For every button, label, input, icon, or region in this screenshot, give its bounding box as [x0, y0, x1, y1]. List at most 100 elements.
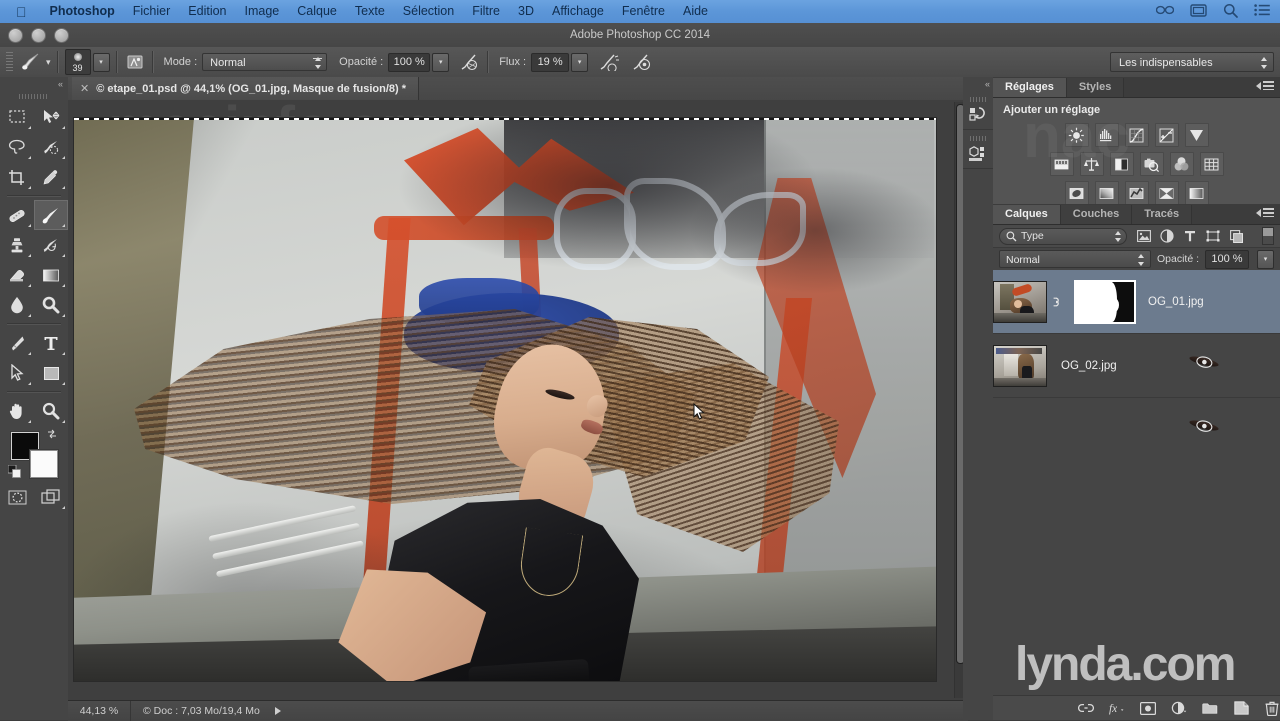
selective-color-icon[interactable]	[1154, 181, 1179, 205]
document-info[interactable]: © Doc : 7,03 Mo/19,4 Mo	[131, 705, 281, 717]
layer-name[interactable]: OG_01.jpg	[1148, 296, 1204, 308]
eyedropper-tool[interactable]	[34, 162, 68, 192]
menu-item-fenetre[interactable]: Fenêtre	[613, 0, 674, 23]
rectangle-tool[interactable]	[34, 358, 68, 388]
panel-menu-icon[interactable]	[1256, 208, 1274, 217]
play-triangle-icon[interactable]	[274, 707, 281, 715]
layer-filter-type-select[interactable]: Type	[999, 227, 1127, 245]
layer-thumbnail[interactable]	[993, 280, 1047, 323]
exposure-icon[interactable]	[1154, 123, 1179, 147]
toolbar-grip[interactable]	[0, 91, 68, 102]
eyeglasses-icon[interactable]	[1155, 4, 1175, 19]
vibrance-icon[interactable]	[1184, 123, 1209, 147]
shape-filter-icon[interactable]	[1206, 229, 1220, 243]
color-lookup-icon[interactable]	[1199, 152, 1224, 176]
layer-mask-thumbnail[interactable]	[1074, 279, 1136, 324]
smartobject-filter-icon[interactable]	[1229, 229, 1243, 243]
menu-item-texte[interactable]: Texte	[346, 0, 394, 23]
path-selection-tool[interactable]	[0, 358, 34, 388]
flow-chevron-icon[interactable]: ▾	[571, 52, 589, 72]
menu-item-image[interactable]: Image	[236, 0, 289, 23]
menu-item-3d[interactable]: 3D	[509, 0, 543, 23]
tab-calques[interactable]: Calques	[993, 205, 1061, 224]
quick-mask-icon[interactable]	[0, 482, 34, 512]
healing-brush-tool[interactable]	[0, 200, 34, 230]
airbrush-icon[interactable]	[596, 53, 622, 71]
properties-panel-icon[interactable]	[963, 130, 993, 169]
clone-stamp-tool[interactable]	[0, 230, 34, 260]
toolbar-collapse-icon[interactable]: «	[0, 77, 68, 91]
brush-size-indicator[interactable]: 39	[64, 49, 91, 75]
zoom-tool[interactable]	[34, 396, 68, 426]
layer-thumbnail[interactable]	[993, 344, 1047, 387]
pixel-filter-icon[interactable]	[1137, 229, 1151, 243]
swap-colors-icon[interactable]	[46, 428, 58, 443]
display-icon[interactable]	[1190, 3, 1207, 20]
posterize-icon[interactable]	[1094, 181, 1119, 205]
new-layer-icon[interactable]	[1233, 700, 1249, 716]
adjustment-filter-icon[interactable]	[1160, 229, 1174, 243]
quick-selection-tool[interactable]	[34, 132, 68, 162]
layer-opacity-input[interactable]: 100 %	[1205, 249, 1249, 269]
channel-mixer-icon[interactable]	[1169, 152, 1194, 176]
options-bar-grip[interactable]	[5, 52, 14, 72]
gradient-map-icon[interactable]	[1184, 181, 1209, 205]
hue-saturation-icon[interactable]	[1049, 152, 1074, 176]
crop-tool[interactable]	[0, 162, 34, 192]
opacity-input[interactable]: 100 %	[388, 52, 431, 72]
canvas-area[interactable]: macinfo.org www www.mac macinfo.org w	[68, 100, 968, 700]
add-mask-icon[interactable]	[1140, 700, 1156, 716]
color-balance-icon[interactable]	[1079, 152, 1104, 176]
menu-item-fichier[interactable]: Fichier	[124, 0, 180, 23]
filter-toggle-icon[interactable]	[1262, 227, 1274, 245]
threshold-icon[interactable]	[1124, 181, 1149, 205]
default-colors-icon[interactable]	[7, 464, 21, 478]
tab-couches[interactable]: Couches	[1060, 205, 1133, 224]
table-row[interactable]: OG_01.jpg	[993, 270, 1280, 369]
document-image[interactable]	[74, 118, 936, 681]
blend-mode-select[interactable]: Normal	[202, 53, 328, 71]
brush-preset-icon[interactable]	[18, 51, 44, 73]
menu-item-aide[interactable]: Aide	[674, 0, 717, 23]
panel-menu-icon[interactable]	[1256, 81, 1274, 90]
flow-input[interactable]: 19 %	[531, 52, 570, 72]
move-tool[interactable]	[34, 102, 68, 132]
brightness-contrast-icon[interactable]	[1064, 123, 1089, 147]
opacity-chevron-icon[interactable]: ▾	[432, 52, 450, 72]
link-layers-icon[interactable]	[1078, 700, 1094, 716]
brush-tool[interactable]	[34, 200, 68, 230]
menu-item-affichage[interactable]: Affichage	[543, 0, 613, 23]
invert-icon[interactable]	[1064, 181, 1089, 205]
search-icon[interactable]	[1223, 3, 1238, 21]
link-icon[interactable]	[1050, 295, 1062, 309]
brush-size-chevron-icon[interactable]: ▾	[92, 52, 110, 72]
document-tab[interactable]: ✕ © etape_01.psd @ 44,1% (OG_01.jpg, Mas…	[72, 77, 420, 100]
layer-blend-mode-select[interactable]: Normal	[999, 250, 1151, 268]
gradient-tool[interactable]	[34, 260, 68, 290]
marquee-tool[interactable]	[0, 102, 34, 132]
layer-name[interactable]: OG_02.jpg	[1061, 360, 1117, 372]
brush-panel-icon[interactable]	[124, 53, 146, 71]
new-group-icon[interactable]	[1202, 700, 1218, 716]
pressure-size-icon[interactable]	[628, 53, 654, 71]
screen-mode-icon[interactable]	[34, 482, 68, 512]
apple-icon[interactable]: 	[16, 5, 27, 19]
table-row[interactable]: OG_02.jpg	[993, 334, 1280, 433]
list-icon[interactable]	[1254, 4, 1270, 19]
dock-collapse-icon[interactable]: «	[963, 77, 993, 91]
blur-tool[interactable]	[0, 290, 34, 320]
tab-reglages[interactable]: Réglages	[993, 78, 1067, 97]
history-panel-icon[interactable]	[963, 91, 993, 130]
close-icon[interactable]: ✕	[80, 82, 89, 95]
photo-filter-icon[interactable]	[1139, 152, 1164, 176]
type-tool[interactable]	[34, 328, 68, 358]
lasso-tool[interactable]	[0, 132, 34, 162]
history-brush-tool[interactable]	[34, 230, 68, 260]
pressure-opacity-icon[interactable]	[457, 53, 481, 71]
pen-tool[interactable]	[0, 328, 34, 358]
brush-preset-chevron-icon[interactable]: ▾	[46, 57, 51, 68]
curves-icon[interactable]	[1124, 123, 1149, 147]
workspace-select[interactable]: Les indispensables	[1110, 52, 1274, 72]
background-color-swatch[interactable]	[30, 450, 58, 478]
black-white-icon[interactable]	[1109, 152, 1134, 176]
